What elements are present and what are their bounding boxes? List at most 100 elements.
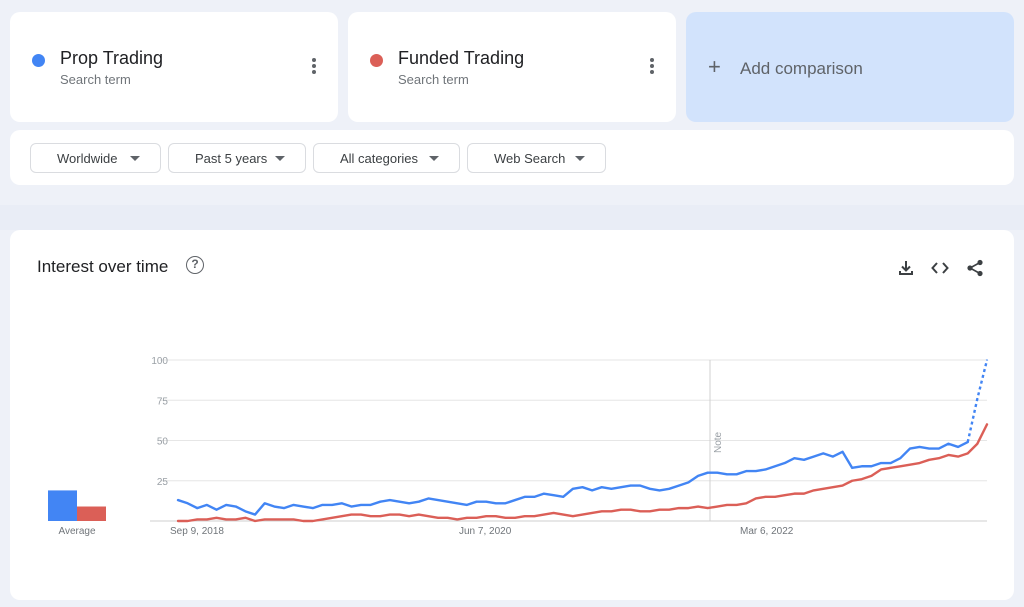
data-point bbox=[947, 454, 950, 456]
data-point bbox=[206, 518, 208, 521]
data-point bbox=[408, 502, 410, 505]
search-term-card-prop-trading[interactable]: Prop Trading Search term bbox=[10, 12, 338, 122]
data-point bbox=[186, 502, 189, 505]
data-point bbox=[321, 518, 324, 521]
data-point bbox=[523, 515, 526, 517]
data-point bbox=[629, 484, 632, 487]
data-point bbox=[658, 489, 661, 492]
data-point bbox=[697, 505, 699, 508]
data-point bbox=[321, 504, 324, 506]
data-point bbox=[851, 467, 853, 469]
data-point bbox=[292, 518, 295, 521]
region-dropdown[interactable]: Worldwide bbox=[30, 143, 161, 173]
data-point bbox=[572, 488, 574, 490]
caret-down-icon bbox=[429, 156, 439, 161]
data-point bbox=[417, 513, 420, 516]
data-point bbox=[350, 505, 353, 508]
data-point bbox=[909, 463, 911, 466]
data-point bbox=[755, 497, 757, 500]
data-point bbox=[600, 510, 603, 513]
data-point bbox=[803, 492, 805, 495]
data-point bbox=[928, 447, 931, 450]
data-point bbox=[369, 515, 372, 517]
data-point bbox=[562, 513, 565, 516]
data-point bbox=[687, 507, 690, 509]
data-point bbox=[417, 500, 420, 503]
data-point bbox=[841, 450, 844, 453]
data-point bbox=[986, 423, 988, 426]
data-point bbox=[572, 515, 574, 517]
category-dropdown-value: All categories bbox=[340, 150, 419, 166]
data-point bbox=[350, 513, 353, 516]
data-point bbox=[918, 446, 921, 448]
search-term-subtitle: Search term bbox=[60, 72, 131, 87]
data-point bbox=[543, 513, 545, 516]
data-point bbox=[552, 512, 555, 514]
x-tick-label: Sep 9, 2018 bbox=[170, 526, 224, 537]
data-point bbox=[244, 510, 247, 513]
average-label: Average bbox=[58, 526, 96, 537]
data-point bbox=[331, 504, 333, 506]
y-tick-label: 100 bbox=[151, 356, 168, 367]
data-point bbox=[889, 462, 892, 464]
data-point bbox=[880, 462, 882, 464]
add-comparison-button[interactable]: + Add comparison bbox=[686, 12, 1014, 122]
data-point bbox=[909, 447, 911, 450]
search-term-card-funded-trading[interactable]: Funded Trading Search term bbox=[348, 12, 676, 122]
data-point bbox=[726, 504, 728, 506]
data-point bbox=[687, 481, 690, 484]
data-point bbox=[398, 500, 401, 503]
data-point bbox=[928, 459, 931, 461]
more-vert-icon[interactable] bbox=[644, 56, 660, 76]
data-point bbox=[466, 516, 468, 519]
search-type-dropdown-value: Web Search bbox=[494, 150, 566, 166]
data-point bbox=[860, 465, 863, 468]
data-point bbox=[379, 515, 382, 517]
data-point bbox=[735, 504, 738, 506]
data-point bbox=[369, 504, 372, 506]
data-point bbox=[485, 515, 487, 517]
data-point bbox=[745, 470, 748, 472]
data-point bbox=[177, 499, 179, 501]
search-term-name[interactable]: Prop Trading bbox=[60, 48, 163, 69]
category-dropdown[interactable]: All categories bbox=[313, 143, 460, 173]
data-point bbox=[379, 500, 382, 503]
data-point bbox=[822, 452, 825, 455]
data-point bbox=[860, 478, 863, 480]
data-point bbox=[649, 510, 651, 513]
search-type-dropdown[interactable]: Web Search bbox=[467, 143, 606, 173]
data-point bbox=[495, 515, 497, 517]
section-divider bbox=[0, 205, 1024, 230]
time-range-dropdown-value: Past 5 years bbox=[195, 150, 268, 166]
more-vert-icon[interactable] bbox=[306, 56, 322, 76]
series-line-0 bbox=[176, 440, 969, 516]
caret-down-icon bbox=[130, 156, 140, 161]
data-point bbox=[485, 500, 487, 503]
data-point bbox=[966, 452, 969, 455]
data-point bbox=[215, 508, 218, 511]
data-point bbox=[225, 504, 227, 506]
data-point bbox=[514, 499, 516, 501]
data-point bbox=[726, 473, 728, 476]
data-point bbox=[851, 479, 853, 482]
x-tick-label: Mar 6, 2022 bbox=[740, 526, 794, 537]
data-point bbox=[514, 516, 516, 519]
data-point bbox=[966, 441, 969, 443]
data-point bbox=[437, 516, 439, 519]
data-point bbox=[803, 459, 805, 461]
data-point bbox=[600, 486, 603, 488]
data-point bbox=[957, 455, 959, 458]
time-range-dropdown[interactable]: Past 5 years bbox=[168, 143, 306, 173]
data-point bbox=[755, 470, 757, 472]
data-point bbox=[360, 504, 362, 506]
y-tick-label: 25 bbox=[157, 477, 169, 488]
data-point bbox=[899, 465, 902, 468]
data-point bbox=[976, 442, 979, 445]
data-point bbox=[456, 518, 459, 521]
data-point bbox=[360, 513, 362, 516]
filter-bar: Worldwide Past 5 years All categories We… bbox=[10, 130, 1014, 185]
search-term-name[interactable]: Funded Trading bbox=[398, 48, 524, 69]
caret-down-icon bbox=[275, 156, 285, 161]
data-point bbox=[591, 512, 593, 514]
data-point bbox=[783, 494, 786, 497]
